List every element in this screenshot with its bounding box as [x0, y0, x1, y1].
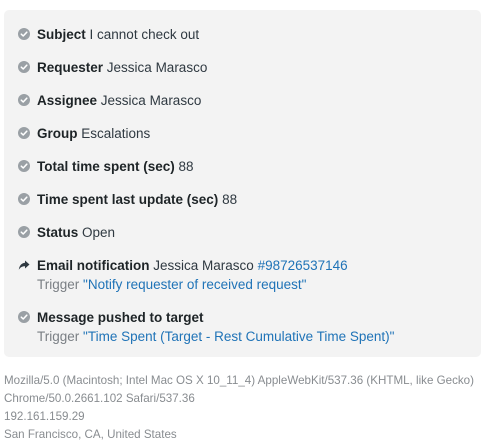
trigger-link[interactable]: "Notify requester of received request": [83, 277, 306, 292]
trigger-prefix: Trigger: [37, 329, 80, 344]
event-row-message-pushed: Message pushed to target Trigger "Time S…: [18, 308, 473, 346]
trigger-prefix: Trigger: [37, 277, 80, 292]
event-row-last-update-time: Time spent last update (sec) 88: [18, 190, 473, 209]
event-value: 88: [222, 192, 238, 207]
location: San Francisco, CA, United States: [4, 428, 177, 441]
event-label: Status: [37, 225, 79, 240]
check-circle-icon: [18, 160, 30, 172]
event-value: Jessica Marasco: [106, 60, 208, 75]
user-agent-line-1: Mozilla/5.0 (Macintosh; Intel Mac OS X 1…: [4, 374, 474, 387]
event-value: Jessica Marasco: [153, 258, 254, 273]
ticket-event-panel: Subject I cannot check out Requester Jes…: [4, 10, 481, 357]
event-value: I cannot check out: [89, 27, 200, 42]
event-label: Message pushed to target: [37, 310, 204, 325]
check-circle-icon: [18, 311, 30, 323]
event-label: Group: [37, 126, 78, 141]
event-label: Email notification: [37, 258, 150, 273]
check-circle-icon: [18, 28, 30, 40]
trigger-link[interactable]: "Time Spent (Target - Rest Cumulative Ti…: [83, 329, 394, 344]
check-circle-icon: [18, 61, 30, 73]
notification-id-link[interactable]: #98726537146: [258, 258, 348, 273]
event-row-subject: Subject I cannot check out: [18, 25, 473, 44]
event-row-total-time: Total time spent (sec) 88: [18, 157, 473, 176]
check-circle-icon: [18, 193, 30, 205]
user-agent-line-2: Chrome/50.0.2661.102 Safari/537.36: [4, 392, 195, 405]
event-value: Escalations: [81, 126, 151, 141]
event-label: Subject: [37, 27, 86, 42]
event-value: 88: [178, 159, 194, 174]
event-label: Assignee: [37, 93, 98, 108]
event-row-email-notification: Email notification Jessica Marasco #9872…: [18, 256, 473, 294]
event-value: Jessica Marasco: [100, 93, 202, 108]
event-label: Time spent last update (sec): [37, 192, 219, 207]
trigger-line: Trigger "Time Spent (Target - Rest Cumul…: [37, 327, 394, 346]
trigger-line: Trigger "Notify requester of received re…: [37, 275, 348, 294]
check-circle-icon: [18, 226, 30, 238]
event-label: Requester: [37, 60, 104, 75]
event-row-requester: Requester Jessica Marasco: [18, 58, 473, 77]
event-row-group: Group Escalations: [18, 124, 473, 143]
check-circle-icon: [18, 127, 30, 139]
event-label: Total time spent (sec): [37, 159, 175, 174]
ip-address: 192.161.159.29: [4, 410, 85, 423]
event-row-assignee: Assignee Jessica Marasco: [18, 91, 473, 110]
client-info: Mozilla/5.0 (Macintosh; Intel Mac OS X 1…: [4, 372, 488, 444]
check-circle-icon: [18, 94, 30, 106]
share-arrow-icon: [18, 260, 30, 270]
event-value: Open: [82, 225, 116, 240]
event-row-status: Status Open: [18, 223, 473, 242]
